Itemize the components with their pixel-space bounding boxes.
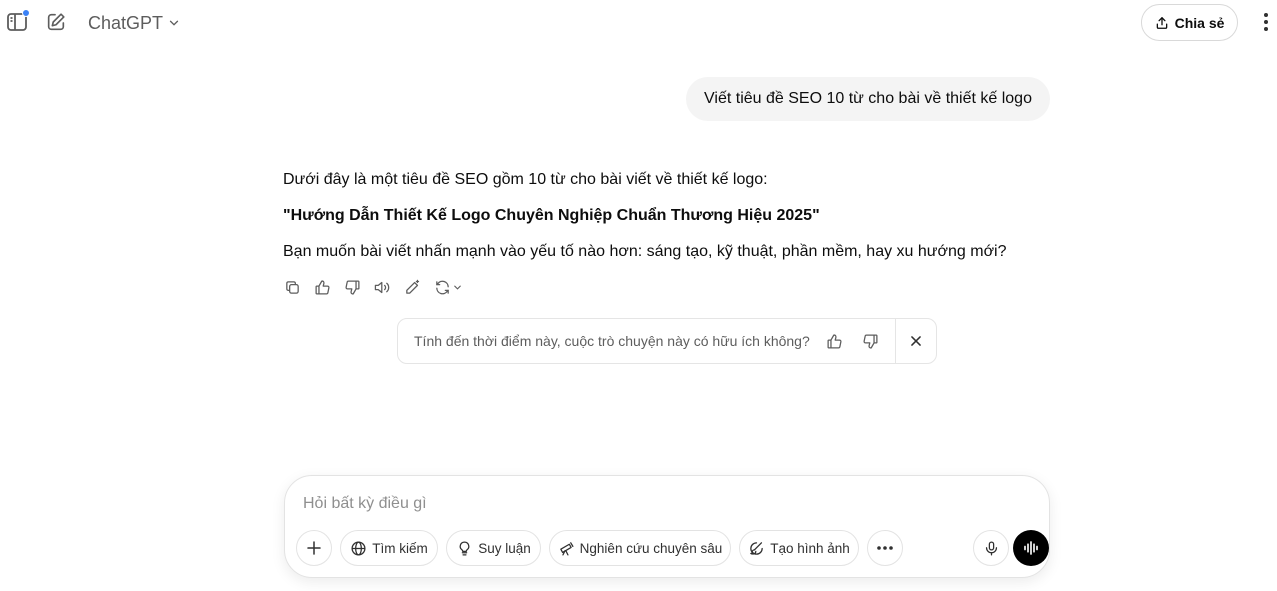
new-chat-icon xyxy=(47,13,65,31)
voice-waveform-icon xyxy=(1024,541,1038,555)
model-label: ChatGPT xyxy=(88,12,164,33)
top-bar: ChatGPT Chia sẻ xyxy=(0,0,1277,44)
chevron-down-icon xyxy=(453,285,461,290)
reason-tool-label: Suy luận xyxy=(478,540,531,556)
plus-icon xyxy=(307,541,321,555)
deep-research-tool-button[interactable]: Nghiên cứu chuyên sâu xyxy=(549,530,731,566)
dictate-button[interactable] xyxy=(973,530,1009,566)
prompt-input[interactable] xyxy=(303,493,1003,515)
regenerate-icon xyxy=(435,280,449,294)
composer: Tìm kiếm Suy luận Nghiên cứu chuyên sâu … xyxy=(284,475,1050,578)
feedback-thumbs-down-button[interactable] xyxy=(860,329,883,353)
user-message: Viết tiêu đề SEO 10 từ cho bài về thiết … xyxy=(686,77,1050,121)
search-tool-button[interactable]: Tìm kiếm xyxy=(340,530,438,566)
pencil-sparkle-icon xyxy=(405,279,419,294)
image-brush-icon xyxy=(750,541,764,555)
globe-icon xyxy=(351,540,366,556)
regenerate-button[interactable] xyxy=(431,276,465,298)
share-button[interactable]: Chia sẻ xyxy=(1141,4,1238,41)
share-label: Chia sẻ xyxy=(1174,14,1225,31)
lightbulb-icon xyxy=(459,540,470,556)
reason-tool-button[interactable]: Suy luận xyxy=(446,530,541,566)
thumbs-up-icon xyxy=(827,333,842,349)
read-aloud-button[interactable] xyxy=(371,276,393,298)
search-tool-label: Tìm kiếm xyxy=(372,540,428,556)
feedback-close-button[interactable] xyxy=(896,319,936,363)
bad-response-button[interactable] xyxy=(341,276,363,298)
copy-button[interactable] xyxy=(281,276,303,298)
voice-mode-button[interactable] xyxy=(1013,530,1049,566)
share-icon xyxy=(1156,16,1167,29)
telescope-icon xyxy=(559,541,574,556)
new-chat-button[interactable] xyxy=(42,8,70,36)
assistant-followup: Bạn muốn bài viết nhấn mạnh vào yếu tố n… xyxy=(283,243,1007,260)
message-actions xyxy=(281,276,465,298)
thumbs-down-icon xyxy=(863,333,878,349)
create-image-tool-button[interactable]: Tạo hình ảnh xyxy=(739,530,859,566)
more-options-button[interactable] xyxy=(1252,8,1277,36)
feedback-prompt: Tính đến thời điểm này, cuộc trò chuyện … xyxy=(397,318,937,364)
assistant-seo-title: "Hướng Dẫn Thiết Kế Logo Chuyên Nghiệp C… xyxy=(283,207,820,224)
copy-icon xyxy=(285,280,299,294)
speaker-icon xyxy=(374,281,389,293)
chevron-down-icon xyxy=(169,20,179,26)
thumbs-up-icon xyxy=(314,279,330,295)
edit-canvas-button[interactable] xyxy=(401,276,423,298)
model-selector[interactable]: ChatGPT xyxy=(84,10,185,36)
ellipsis-icon xyxy=(877,546,893,550)
thumbs-down-icon xyxy=(344,279,360,295)
feedback-question: Tính đến thời điểm này, cuộc trò chuyện … xyxy=(414,333,810,349)
kebab-menu-icon xyxy=(1264,13,1268,31)
deep-research-tool-label: Nghiên cứu chuyên sâu xyxy=(579,540,723,556)
notification-dot xyxy=(22,9,30,17)
add-attachment-button[interactable] xyxy=(296,530,332,566)
close-icon xyxy=(911,336,921,346)
assistant-intro: Dưới đây là một tiêu đề SEO gồm 10 từ ch… xyxy=(283,171,768,188)
microphone-icon xyxy=(985,540,997,556)
more-tools-button[interactable] xyxy=(867,530,903,566)
create-image-tool-label: Tạo hình ảnh xyxy=(770,540,850,556)
user-message-text: Viết tiêu đề SEO 10 từ cho bài về thiết … xyxy=(704,90,1032,107)
feedback-thumbs-up-button[interactable] xyxy=(823,329,846,353)
assistant-message: Dưới đây là một tiêu đề SEO gồm 10 từ ch… xyxy=(283,168,1053,276)
good-response-button[interactable] xyxy=(311,276,333,298)
sidebar-toggle-button[interactable] xyxy=(3,8,31,36)
